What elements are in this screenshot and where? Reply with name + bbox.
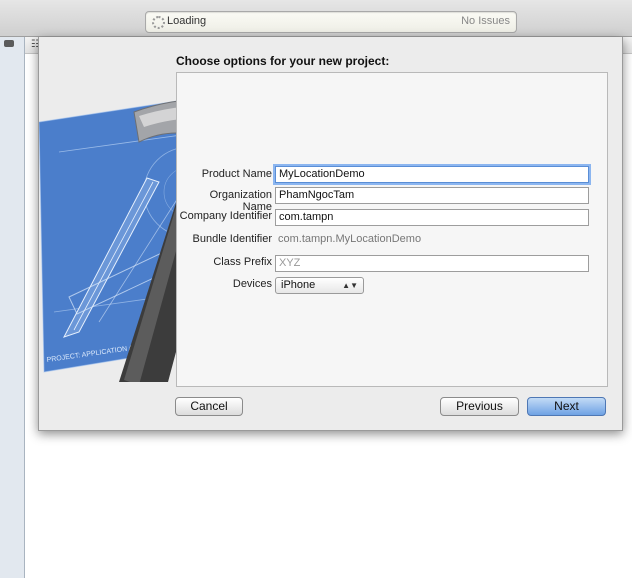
loading-spinner-icon [152,16,165,29]
issues-indicator[interactable]: No Issues [461,15,510,27]
devices-label: Devices [232,278,272,290]
sheet-title: Choose options for your new project: [176,54,390,68]
bundle-identifier-label: Bundle Identifier [192,233,273,245]
company-identifier-label: Company Identifier [179,210,272,222]
bundle-identifier-value: com.tampn.MyLocationDemo [278,233,422,245]
class-prefix-field[interactable]: XYZ [275,255,589,272]
product-name-field[interactable]: MyLocationDemo [275,166,589,183]
company-identifier-field[interactable]: com.tampn [275,209,589,226]
devices-select-value: iPhone [281,279,316,291]
previous-button[interactable]: Previous [440,397,519,416]
navigator-strip [0,37,25,578]
activity-status-text: Loading [167,15,207,27]
options-panel [176,72,608,387]
product-name-label: Product Name [201,168,272,180]
new-project-sheet: PROJECT: APPLICATION APP Choose options … [38,37,623,431]
select-arrows-icon: ▲▼ [342,281,358,290]
devices-select[interactable]: iPhone ▲▼ [275,277,364,294]
cancel-button[interactable]: Cancel [175,397,243,416]
window-toolbar: Loading No Issues [0,0,632,37]
class-prefix-label: Class Prefix [213,256,272,268]
activity-view: Loading No Issues [145,11,517,33]
next-button[interactable]: Next [527,397,606,416]
organization-name-field[interactable]: PhamNgocTam [275,187,589,204]
comment-icon[interactable] [4,40,14,47]
